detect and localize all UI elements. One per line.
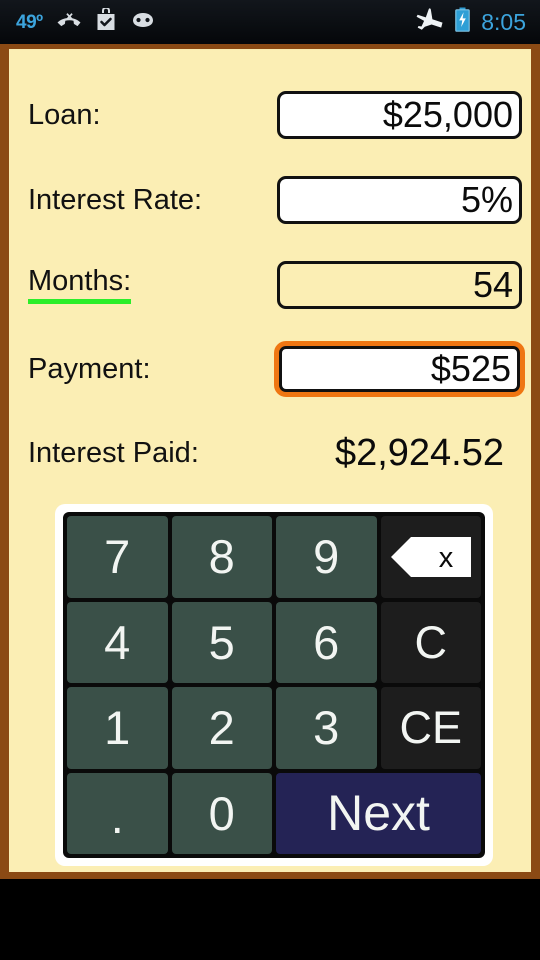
status-bar-left: 49º <box>16 6 156 37</box>
form-row-months: Months: 54 <box>9 254 531 316</box>
clear-entry-key-label: CE <box>399 702 462 754</box>
decimal-key-label: . <box>110 790 124 843</box>
key-4[interactable]: 4 <box>67 601 168 683</box>
app-content: Loan: $25,000 Interest Rate: 5% Months: … <box>9 49 531 872</box>
key-1-label: 1 <box>104 701 131 755</box>
key-5-label: 5 <box>208 615 235 669</box>
key-8-label: 8 <box>208 530 235 584</box>
key-8[interactable]: 8 <box>171 516 272 598</box>
key-9[interactable]: 9 <box>276 516 377 598</box>
key-0[interactable]: 0 <box>171 772 272 854</box>
clock-label: 8:05 <box>481 8 526 35</box>
battery-charging-icon <box>455 7 471 37</box>
missed-call-icon <box>56 10 82 35</box>
decimal-key[interactable]: . <box>67 772 168 854</box>
key-1[interactable]: 1 <box>67 687 168 769</box>
key-3[interactable]: 3 <box>276 687 377 769</box>
months-input[interactable]: 54 <box>277 261 522 309</box>
loan-input[interactable]: $25,000 <box>277 91 522 139</box>
key-2-label: 2 <box>208 701 235 755</box>
key-6[interactable]: 6 <box>276 601 377 683</box>
loan-calculator-app: Loan: $25,000 Interest Rate: 5% Months: … <box>0 44 540 879</box>
form-row-interest-rate: Interest Rate: 5% <box>9 169 531 231</box>
status-bar-right: 8:05 <box>416 7 526 38</box>
android-head-icon <box>130 11 156 34</box>
key-0-label: 0 <box>208 786 235 840</box>
numeric-keypad: 7 8 9 x 4 5 6 C 1 2 3 CE. 0 Next <box>55 504 493 866</box>
payment-label: Payment: <box>28 352 151 385</box>
keypad-grid: 7 8 9 x 4 5 6 C 1 2 3 CE. 0 Next <box>63 512 485 858</box>
key-4-label: 4 <box>104 615 131 669</box>
key-2[interactable]: 2 <box>171 687 272 769</box>
key-7-label: 7 <box>104 530 131 584</box>
airplane-mode-icon <box>416 7 444 38</box>
play-store-bag-check-icon <box>95 6 117 37</box>
clear-key[interactable]: C <box>380 601 481 683</box>
clear-entry-key[interactable]: CE <box>380 687 481 769</box>
key-7[interactable]: 7 <box>67 516 168 598</box>
months-label: Months: <box>28 266 132 304</box>
key-5[interactable]: 5 <box>171 601 272 683</box>
svg-text:x: x <box>439 542 454 574</box>
interest-paid-value: $2,924.52 <box>334 432 504 474</box>
interest-paid-label: Interest Paid: <box>28 436 199 469</box>
form-row-loan: Loan: $25,000 <box>9 84 531 146</box>
key-3-label: 3 <box>313 701 340 755</box>
next-key[interactable]: Next <box>276 772 481 854</box>
loan-label: Loan: <box>28 98 101 131</box>
clear-key-label: C <box>414 616 448 668</box>
interest-rate-input[interactable]: 5% <box>277 176 522 224</box>
key-9-label: 9 <box>313 530 340 584</box>
backspace-icon: x <box>390 536 472 578</box>
interest-rate-label: Interest Rate: <box>28 183 203 216</box>
status-bar: 49º 8:05 <box>0 0 540 44</box>
key-6-label: 6 <box>313 615 340 669</box>
payment-input[interactable]: $525 <box>274 341 525 397</box>
temperature-label: 49º <box>16 11 43 33</box>
payment-input-value: $525 <box>279 346 520 392</box>
next-key-label: Next <box>327 785 430 842</box>
form-row-interest-paid: Interest Paid: $2,924.52 <box>9 422 531 484</box>
form-row-payment: Payment: $525 <box>9 338 531 400</box>
backspace-key[interactable]: x <box>380 516 481 598</box>
